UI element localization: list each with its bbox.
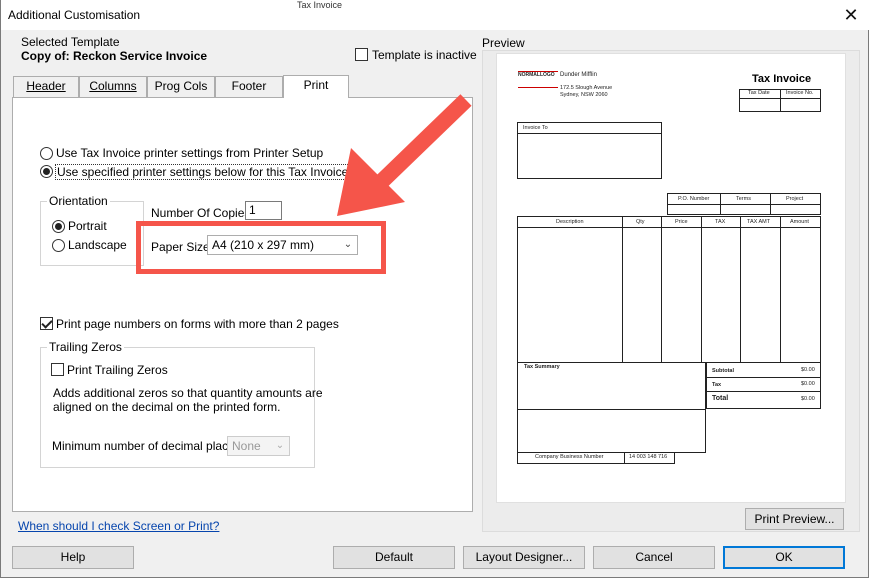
po-terms-project-box: P.O. Number Terms Project [667,193,821,215]
column-price: Price [675,219,688,225]
invoice-preview-page: NORMALLOGO Dunder Mifflin 172.5 Slough A… [496,53,846,503]
background-window-text: Tax Invoice [297,0,343,10]
project-label: Project [786,196,804,202]
abn-label: Company Business Number [535,454,604,460]
specified-settings-label: Use specified printer settings below for… [55,164,351,180]
selected-template-name: Copy of: Reckon Service Invoice [21,49,208,63]
trailing-zeros-label: Trailing Zeros [47,340,124,354]
tab-prog-cols-label: Prog Cols [154,79,208,93]
default-button[interactable]: Default [333,546,455,569]
subtotal-label: Subtotal [712,368,734,374]
invoice-to-label: Invoice To [523,125,548,131]
tax-summary-box: Tax Summary [517,362,706,453]
copies-input[interactable]: 1 [245,201,282,220]
cancel-button[interactable]: Cancel [593,546,715,569]
ok-button[interactable]: OK [723,546,845,569]
printer-setup-label: Use Tax Invoice printer settings from Pr… [56,146,324,160]
subtotal-value: $0.00 [801,367,815,373]
column-tax: TAX [715,219,726,225]
page-numbers-checkbox[interactable] [40,317,53,330]
tab-columns[interactable]: Columns [79,76,147,97]
landscape-radio[interactable] [52,239,65,252]
tab-columns-label: Columns [89,79,137,93]
tab-footer[interactable]: Footer [215,76,283,97]
specified-settings-radio[interactable] [40,165,53,178]
abn-box: Company Business Number 14 003 148 716 [517,452,675,464]
tab-header-label: Header [26,79,66,93]
company-address-line2: Sydney, NSW 2060 [560,92,608,98]
tab-footer-label: Footer [231,79,267,93]
logo-text: NORMALLOGO [518,72,555,78]
printer-setup-radio[interactable] [40,147,53,160]
print-trailing-zeros-checkbox[interactable] [51,363,64,376]
title-bar[interactable]: Additional Customisation ✕ [1,0,869,30]
company-logo: NORMALLOGO [518,71,558,88]
portrait-radio[interactable] [52,220,65,233]
column-qty: Qty [636,219,645,225]
min-decimal-label: Minimum number of decimal places: [52,439,245,453]
orientation-group [40,201,144,266]
min-decimal-value: None [232,439,261,453]
column-tax-amt: TAX AMT [747,219,771,225]
invoice-no-label: Invoice No. [786,90,814,96]
line-items-table: Description Qty Price TAX TAX AMT Amount [517,216,821,363]
close-icon[interactable]: ✕ [837,2,865,28]
portrait-label: Portrait [68,219,107,233]
landscape-label: Landscape [68,238,127,252]
date-number-box: Tax Date Invoice No. [739,89,821,112]
dialog-window: Additional Customisation ✕ Tax Invoice S… [0,0,869,578]
print-trailing-zeros-label: Print Trailing Zeros [67,363,168,377]
page-numbers-label: Print page numbers on forms with more th… [56,317,339,331]
tax-date-label: Tax Date [748,90,770,96]
tax-value: $0.00 [801,381,815,387]
po-number-label: P.O. Number [678,196,710,202]
invoice-to-box: Invoice To [517,122,662,179]
tab-prog-cols[interactable]: Prog Cols [147,76,215,97]
trailing-zeros-description-line1: Adds additional zeros so that quantity a… [53,386,323,400]
total-label: Total [712,395,729,402]
tax-summary-label: Tax Summary [524,364,560,370]
layout-designer-button[interactable]: Layout Designer... [463,546,585,569]
tax-label: Tax [712,382,722,388]
abn-value: 14 003 148 716 [629,454,668,460]
totals-box: Subtotal $0.00 Tax $0.00 Total $0.00 [706,362,821,409]
company-address-line1: 172.5 Slough Avenue [560,85,613,91]
template-inactive-label: Template is inactive [372,48,477,62]
preview-label: Preview [482,36,525,50]
chevron-down-icon: ⌄ [275,440,285,451]
annotation-highlight-box [136,221,386,274]
company-name: Dunder Mifflin [560,72,597,78]
column-amount: Amount [790,219,809,225]
tab-header[interactable]: Header [13,76,79,97]
trailing-zeros-description-line2: aligned on the decimal on the printed fo… [53,400,281,414]
min-decimal-select[interactable]: None ⌄ [227,436,290,456]
help-button[interactable]: Help [12,546,134,569]
invoice-title: Tax Invoice [752,73,812,85]
orientation-label: Orientation [47,194,110,208]
total-value: $0.00 [801,396,815,402]
tab-print[interactable]: Print [283,75,349,98]
column-description: Description [556,219,584,225]
help-link[interactable]: When should I check Screen or Print? [18,519,219,533]
terms-label: Terms [736,196,751,202]
tab-print-label: Print [303,78,329,92]
selected-template-label: Selected Template [21,35,120,49]
annotation-arrow-icon [337,94,472,216]
window-title: Additional Customisation [8,8,141,22]
print-preview-button[interactable]: Print Preview... [745,508,844,530]
template-inactive-checkbox[interactable] [355,48,368,61]
copies-label: Number Of Copies [151,206,251,220]
